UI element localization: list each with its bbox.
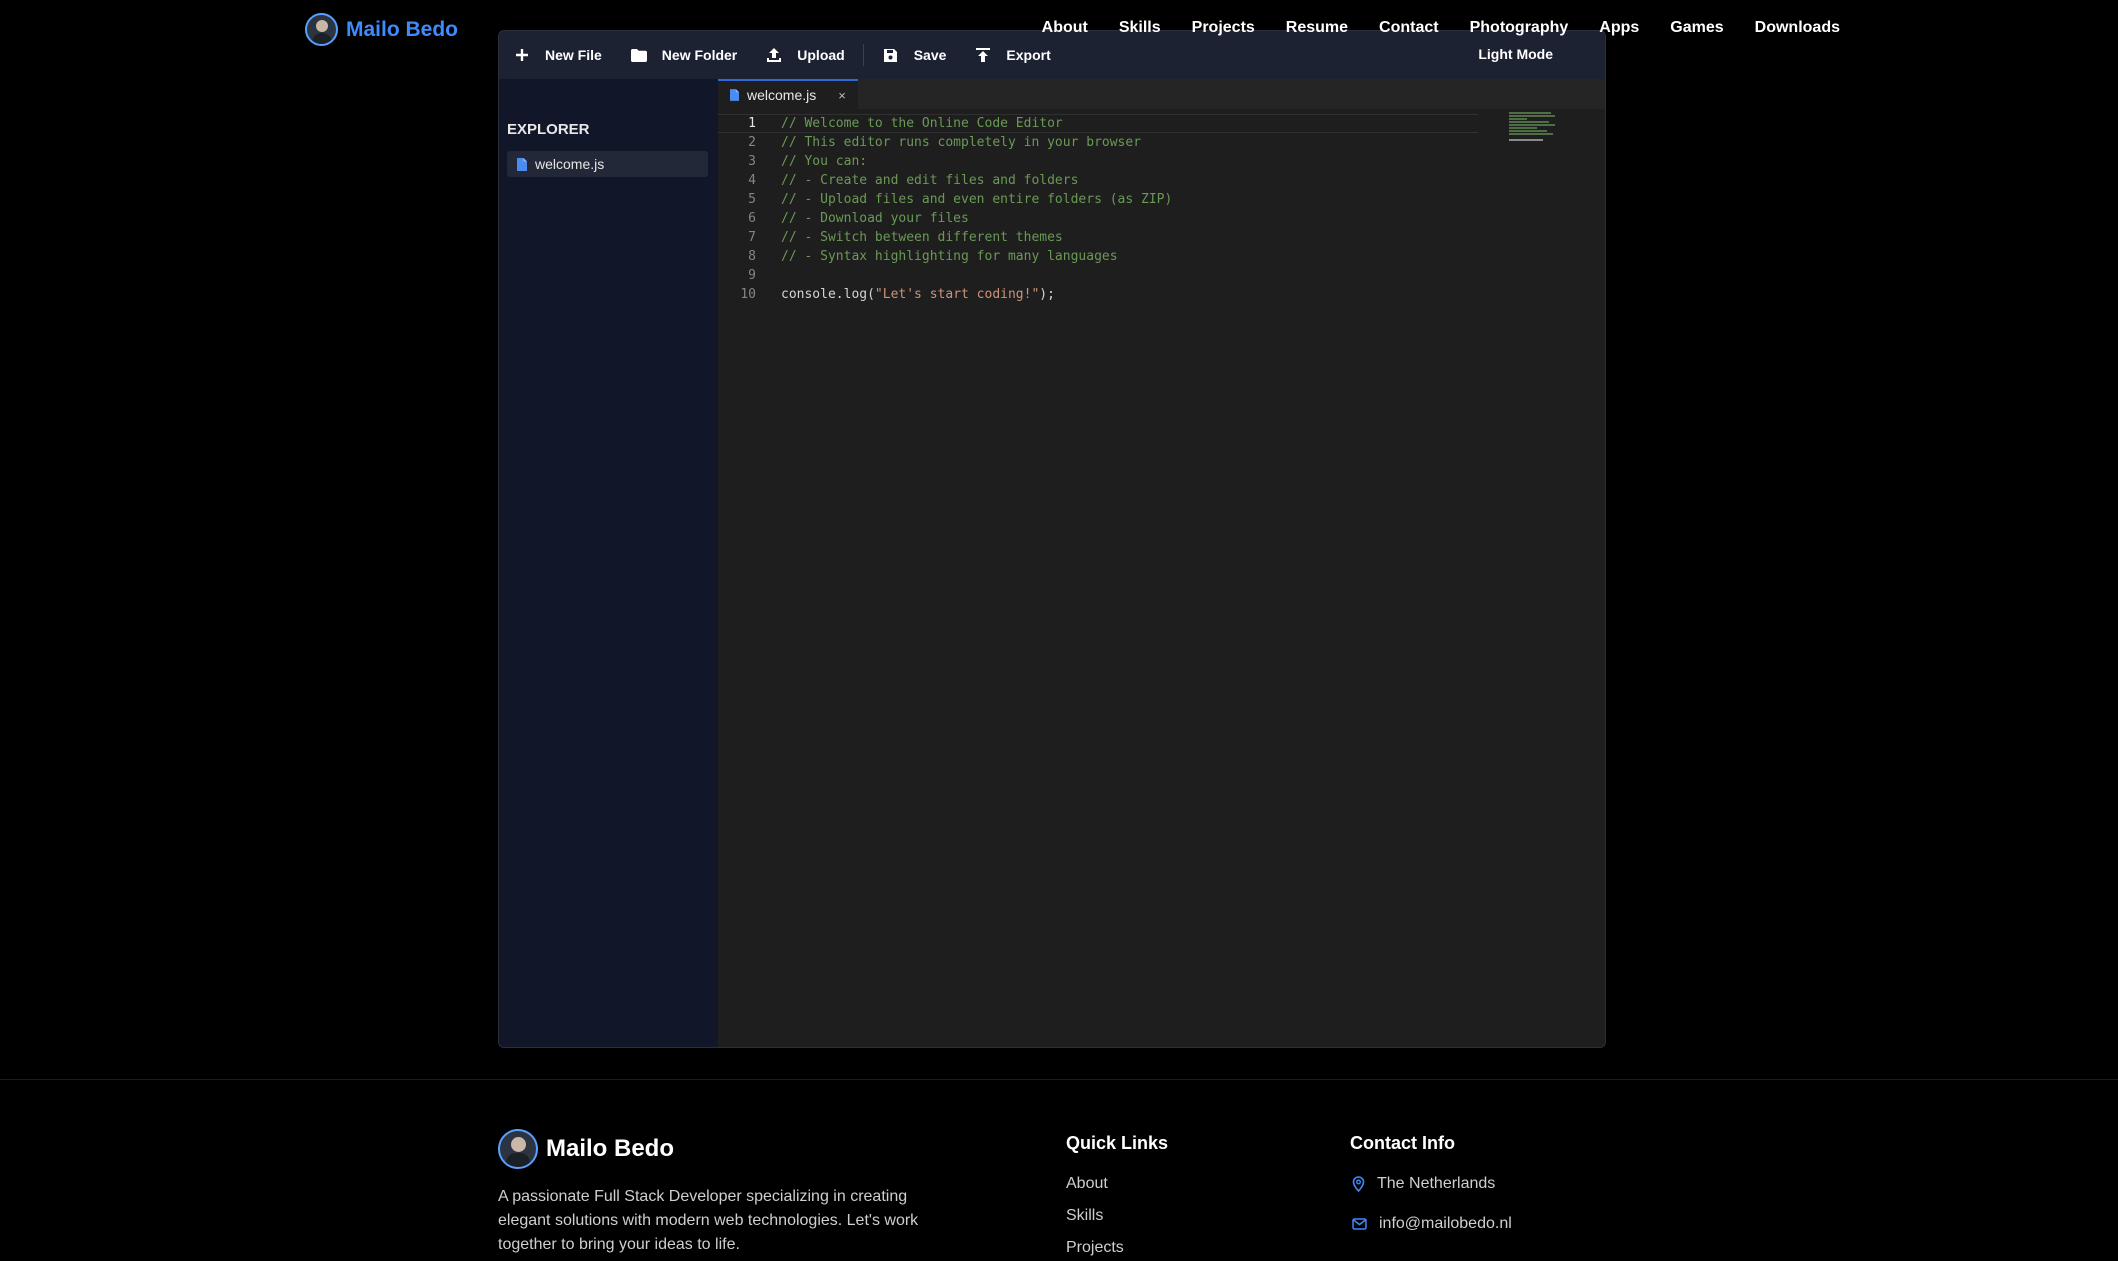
location-text: The Netherlands <box>1377 1175 1496 1192</box>
contact-email[interactable]: info@mailobedo.nl <box>1352 1215 1512 1233</box>
code-text: console.log("Let's start coding!"); <box>781 287 1055 302</box>
line-number: 10 <box>740 287 756 302</box>
line-number: 5 <box>748 192 756 207</box>
explorer-file-item[interactable]: welcome.js <box>507 151 708 177</box>
contact-location: The Netherlands <box>1352 1175 1495 1193</box>
explorer-title: EXPLORER <box>507 121 590 138</box>
minimap[interactable] <box>1509 112 1555 141</box>
code-text: // This editor runs completely in your b… <box>781 135 1142 150</box>
nav-link-photography[interactable]: Photography <box>1470 19 1569 37</box>
nav-link-about[interactable]: About <box>1042 19 1088 37</box>
mail-icon <box>1352 1218 1367 1230</box>
nav-link-projects[interactable]: Projects <box>1192 19 1255 37</box>
editor-tab-bar: welcome.js × <box>718 79 1605 109</box>
code-text: // - Upload files and even entire folder… <box>781 192 1173 207</box>
footer-brand: Mailo Bedo <box>498 1129 674 1169</box>
footer-description: A passionate Full Stack Developer specia… <box>498 1188 919 1253</box>
site-footer: Mailo Bedo A passionate Full Stack Devel… <box>0 1079 2118 1261</box>
file-icon <box>517 157 527 171</box>
code-editor: New File New Folder Upload Save Export L… <box>498 30 1606 1048</box>
brand-name[interactable]: Mailo Bedo <box>346 18 458 42</box>
nav-link-skills[interactable]: Skills <box>1119 19 1161 37</box>
file-icon <box>730 89 739 101</box>
top-navbar: Mailo Bedo About Skills Projects Resume … <box>0 0 2118 60</box>
explorer-file-name: welcome.js <box>535 156 605 172</box>
code-line: 10 console.log("Let's start coding!"); <box>718 285 1478 304</box>
brand-logo[interactable]: Mailo Bedo <box>305 13 458 46</box>
code-line: 4 // - Create and edit files and folders <box>718 171 1478 190</box>
code-text: // You can: <box>781 154 868 169</box>
code-tail: ); <box>1039 287 1055 302</box>
code-text: // - Syntax highlighting for many langua… <box>781 249 1118 264</box>
code-string: "Let's start coding!" <box>874 287 1040 302</box>
map-pin-icon <box>1352 1176 1365 1192</box>
nav-link-apps[interactable]: Apps <box>1599 19 1639 37</box>
code-text: // - Download your files <box>781 211 969 226</box>
footer-brand-name: Mailo Bedo <box>546 1135 675 1162</box>
code-text: // Welcome to the Online Code Editor <box>781 116 1063 131</box>
tab-welcome-js[interactable]: welcome.js × <box>718 79 858 109</box>
line-number: 4 <box>748 173 756 188</box>
code-call: console.log( <box>781 287 875 302</box>
nav-link-contact[interactable]: Contact <box>1379 19 1439 37</box>
editor-main: welcome.js × 1 // Welcome to the Online … <box>718 79 1605 1047</box>
avatar <box>305 13 338 46</box>
line-number: 6 <box>748 211 756 226</box>
footer-link-projects[interactable]: Projects <box>1066 1239 1124 1257</box>
email-text[interactable]: info@mailobedo.nl <box>1379 1215 1512 1233</box>
line-number: 7 <box>748 230 756 245</box>
code-line: 9 <box>718 266 1478 285</box>
contact-info-title: Contact Info <box>1350 1133 1455 1153</box>
line-number: 1 <box>748 116 756 131</box>
code-line: 1 // Welcome to the Online Code Editor <box>718 114 1478 133</box>
close-icon[interactable]: × <box>838 88 846 103</box>
tab-label: welcome.js <box>747 87 817 103</box>
nav-link-downloads[interactable]: Downloads <box>1755 19 1840 37</box>
line-number: 3 <box>748 154 756 169</box>
code-line: 5 // - Upload files and even entire fold… <box>718 190 1478 209</box>
line-number: 9 <box>748 268 756 283</box>
code-text: // - Create and edit files and folders <box>781 173 1079 188</box>
footer-link-about[interactable]: About <box>1066 1175 1108 1193</box>
nav-link-resume[interactable]: Resume <box>1286 19 1348 37</box>
line-number: 2 <box>748 135 756 150</box>
nav-link-games[interactable]: Games <box>1670 19 1723 37</box>
code-text: // - Switch between different themes <box>781 230 1063 245</box>
footer-link-skills[interactable]: Skills <box>1066 1207 1103 1225</box>
code-line: 2 // This editor runs completely in your… <box>718 133 1478 152</box>
quick-links-title: Quick Links <box>1066 1133 1169 1153</box>
code-line: 8 // - Syntax highlighting for many lang… <box>718 247 1478 266</box>
line-number: 8 <box>748 249 756 264</box>
code-line: 3 // You can: <box>718 152 1478 171</box>
avatar <box>498 1129 538 1169</box>
code-line: 6 // - Download your files <box>718 209 1478 228</box>
nav-links: About Skills Projects Resume Contact Pho… <box>1042 19 1840 37</box>
code-line: 7 // - Switch between different themes <box>718 228 1478 247</box>
explorer-sidebar: EXPLORER welcome.js <box>499 79 718 1047</box>
